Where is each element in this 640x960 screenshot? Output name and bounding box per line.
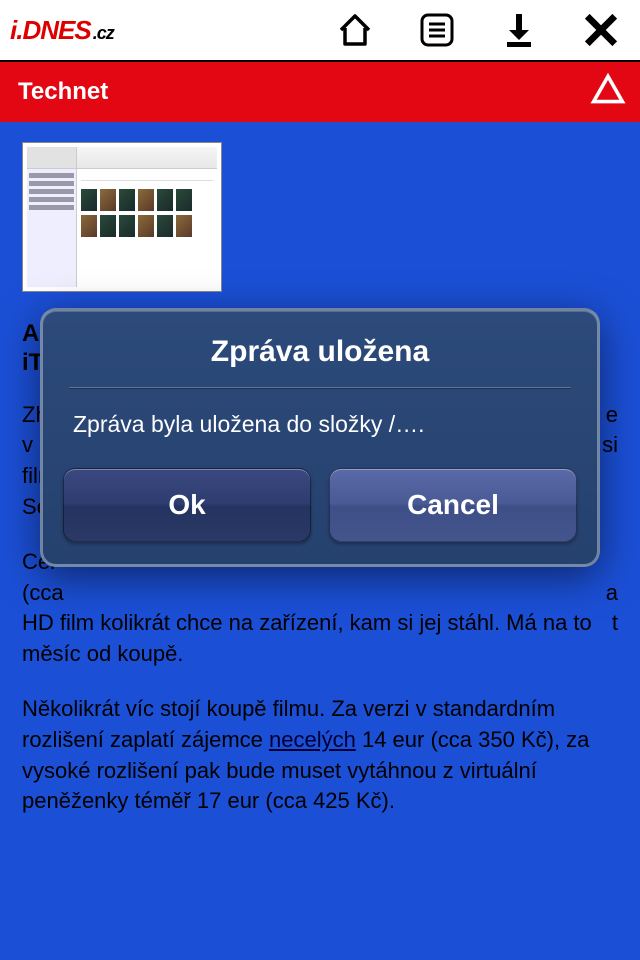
logo-part-dnes: .DNES xyxy=(16,15,90,46)
scroll-up-button[interactable] xyxy=(590,71,626,114)
topbar-actions xyxy=(334,9,630,51)
save-confirmation-dialog: Zpráva uložena Zpráva byla uložena do sl… xyxy=(40,308,600,567)
download-icon xyxy=(499,10,539,50)
dialog-divider xyxy=(69,387,571,389)
top-bar: i .DNES .cz xyxy=(0,0,640,62)
menu-icon xyxy=(417,10,457,50)
ok-button[interactable]: Ok xyxy=(63,468,311,542)
menu-button[interactable] xyxy=(416,9,458,51)
logo-part-cz: .cz xyxy=(93,23,114,44)
triangle-up-icon xyxy=(590,71,626,107)
thumb-sidebar xyxy=(27,169,77,287)
article-link-price[interactable]: necelých xyxy=(269,727,356,752)
article-thumbnail[interactable] xyxy=(22,142,222,292)
section-title: Technet xyxy=(18,78,108,106)
dialog-button-row: Ok Cancel xyxy=(63,468,577,542)
thumb-window-chrome xyxy=(27,147,217,169)
thumb-main xyxy=(77,169,217,287)
cancel-button[interactable]: Cancel xyxy=(329,468,577,542)
section-bar: Technet xyxy=(0,62,640,122)
home-button[interactable] xyxy=(334,9,376,51)
site-logo[interactable]: i .DNES .cz xyxy=(10,15,114,46)
download-button[interactable] xyxy=(498,9,540,51)
home-icon xyxy=(335,10,375,50)
article-paragraph-3: Několikrát víc stojí koupě filmu. Za ver… xyxy=(22,694,618,817)
close-icon xyxy=(582,11,620,49)
dialog-title: Zpráva uložena xyxy=(63,335,577,369)
close-button[interactable] xyxy=(580,9,622,51)
dialog-message: Zpráva byla uložena do složky /…. xyxy=(63,411,577,468)
